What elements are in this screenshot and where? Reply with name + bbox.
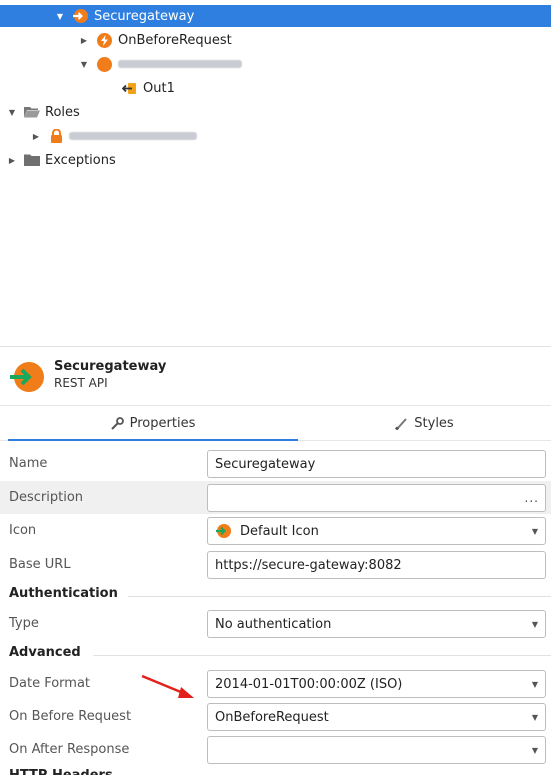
tab-properties[interactable]: Properties [8, 406, 298, 441]
section-title-http-headers: HTTP Headers [9, 768, 113, 775]
property-label: On Before Request [9, 709, 132, 724]
chevron-down-icon: ▼ [531, 620, 538, 629]
property-description: Description ... [0, 481, 551, 514]
tree-item-label: Roles [45, 104, 80, 120]
type-value: No authentication [215, 616, 332, 632]
section-authentication: Authentication [0, 584, 551, 606]
on-after-response-select[interactable]: ▼ [207, 736, 546, 764]
element-title: Securegateway [54, 359, 167, 374]
tree-item-securegateway[interactable]: ▼ Securegateway [0, 5, 551, 27]
description-field[interactable]: ... [207, 484, 546, 512]
folder-open-icon [24, 106, 40, 118]
property-label: Description [9, 490, 84, 505]
property-label: Type [9, 616, 39, 631]
tree-item-label: Out1 [143, 80, 175, 96]
section-title: Authentication [9, 586, 118, 601]
name-value: Securegateway [215, 456, 316, 472]
on-before-request-select[interactable]: OnBeforeRequest ▼ [207, 703, 546, 731]
property-label: Date Format [9, 676, 91, 691]
property-type: Type No authentication ▼ [0, 607, 551, 640]
tree-item-blurred-action[interactable]: ▼ [0, 53, 242, 75]
tree-item-label: Exceptions [45, 152, 116, 168]
rest-api-icon [72, 8, 88, 24]
chevron-down-icon: ▼ [531, 527, 538, 536]
section-title: Advanced [9, 645, 81, 660]
annotation-arrow-icon [141, 674, 194, 698]
tree-item-out1[interactable]: Out1 [0, 77, 175, 99]
property-base-url: Base URL https://secure-gateway:8082 [0, 548, 551, 581]
bolt-action-icon [97, 32, 112, 48]
icon-value: Default Icon [240, 523, 319, 539]
output-param-icon [121, 82, 137, 95]
chevron-down-icon[interactable]: ▼ [6, 108, 18, 117]
redacted-label [118, 60, 242, 68]
tree-item-blurred-role[interactable]: ▶ [0, 125, 197, 147]
property-name: Name Securegateway [0, 447, 551, 480]
property-on-after-response: On After Response ▼ [0, 733, 551, 766]
section-advanced: Advanced [0, 643, 551, 665]
chevron-down-icon: ▼ [531, 713, 538, 722]
type-select[interactable]: No authentication ▼ [207, 610, 546, 638]
section-divider [128, 596, 551, 597]
property-label: On After Response [9, 742, 130, 757]
tree-item-onbeforerequest[interactable]: ▶ OnBeforeRequest [0, 29, 232, 51]
tree-item-label: OnBeforeRequest [118, 32, 232, 48]
date-format-select[interactable]: 2014-01-01T00:00:00Z (ISO) ▼ [207, 670, 546, 698]
base-url-value: https://secure-gateway:8082 [215, 557, 402, 573]
element-type: REST API [54, 376, 108, 390]
tab-label: Properties [129, 416, 196, 431]
rest-api-icon [215, 523, 231, 539]
tree-item-exceptions[interactable]: ▶ Exceptions [0, 149, 116, 171]
chevron-right-icon[interactable]: ▶ [6, 156, 18, 165]
tab-label: Styles [414, 416, 454, 431]
property-label: Name [9, 456, 48, 471]
wrench-icon [110, 417, 124, 430]
chevron-down-icon: ▼ [531, 746, 538, 755]
tree-item-roles[interactable]: ▼ Roles [0, 101, 80, 123]
date-format-value: 2014-01-01T00:00:00Z (ISO) [215, 676, 403, 692]
lock-icon [50, 128, 63, 143]
property-date-format: Date Format 2014-01-01T00:00:00Z (ISO) ▼ [0, 667, 551, 700]
detail-tabs: Properties Styles [0, 405, 551, 441]
icon-select[interactable]: Default Icon ▼ [207, 517, 546, 545]
element-header: Securegateway REST API [0, 346, 551, 404]
chevron-right-icon[interactable]: ▶ [78, 36, 90, 45]
tree-item-label: Securegateway [94, 8, 195, 24]
redacted-label [69, 132, 197, 140]
tab-styles[interactable]: Styles [298, 406, 551, 441]
chevron-right-icon[interactable]: ▶ [30, 132, 42, 141]
section-divider [93, 655, 551, 656]
folder-icon [24, 154, 40, 166]
module-tree: ▼ Securegateway ▶ OnBeforeRequest ▼ Out1… [0, 0, 551, 345]
chevron-down-icon[interactable]: ▼ [54, 12, 66, 21]
on-before-request-value: OnBeforeRequest [215, 709, 329, 725]
property-on-before-request: On Before Request OnBeforeRequest ▼ [0, 700, 551, 733]
active-tab-indicator [8, 439, 298, 441]
chevron-down-icon[interactable]: ▼ [78, 60, 90, 69]
property-label: Base URL [9, 557, 71, 572]
base-url-field[interactable]: https://secure-gateway:8082 [207, 551, 546, 579]
brush-icon [395, 417, 408, 431]
chevron-down-icon: ▼ [531, 680, 538, 689]
orange-circle-icon [97, 56, 112, 72]
more-options-button[interactable]: ... [525, 491, 539, 505]
rest-api-large-icon [8, 359, 44, 395]
name-field[interactable]: Securegateway [207, 450, 546, 478]
property-label: Icon [9, 523, 37, 538]
property-icon: Icon Default Icon ▼ [0, 514, 551, 547]
